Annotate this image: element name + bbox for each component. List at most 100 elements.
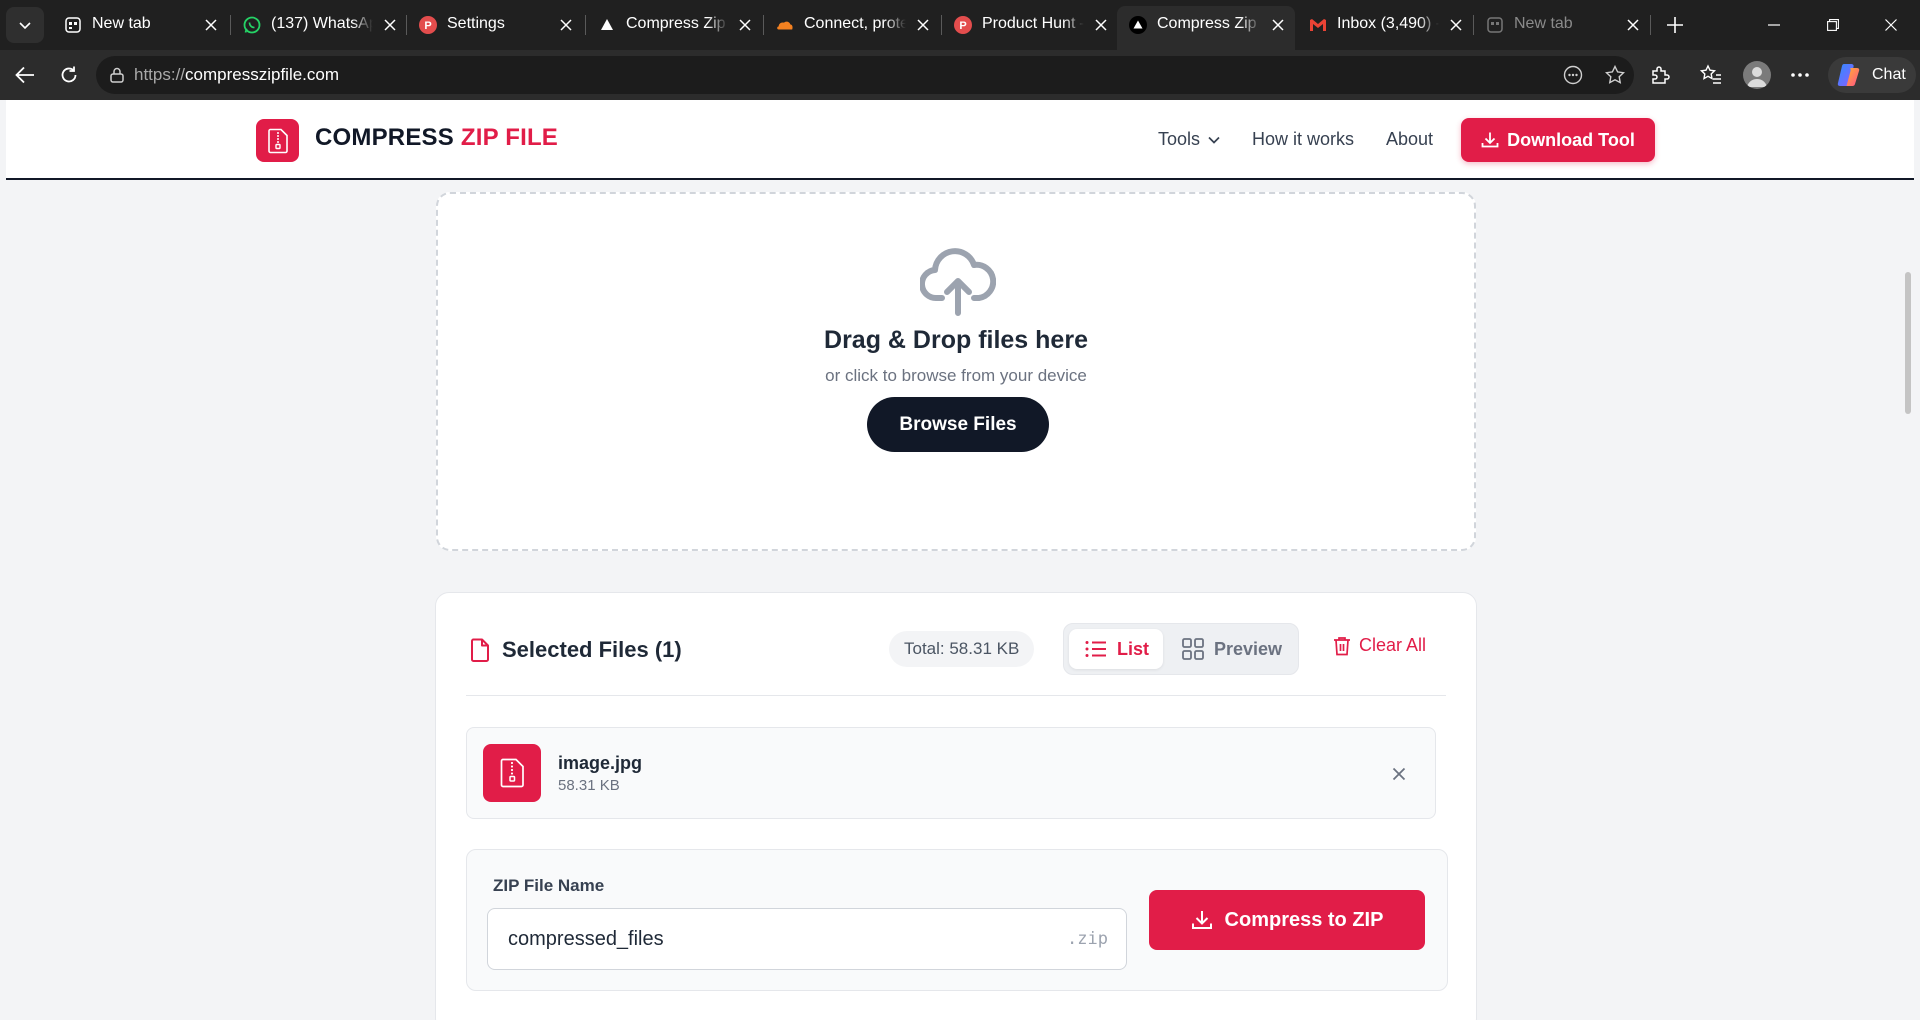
close-icon[interactable]	[557, 16, 575, 34]
brand-name[interactable]: COMPRESS ZIP FILE	[315, 124, 558, 152]
close-icon[interactable]	[381, 16, 399, 34]
dropzone-title: Drag & Drop files here	[824, 326, 1088, 354]
brand-logo-icon[interactable]	[256, 119, 299, 162]
view-preview-button[interactable]: Preview	[1176, 629, 1294, 669]
page-scrollbar[interactable]	[1902, 180, 1914, 1020]
close-icon[interactable]	[1624, 16, 1642, 34]
scrollbar-thumb[interactable]	[1905, 272, 1911, 414]
file-name: image.jpg	[558, 753, 643, 773]
close-icon[interactable]	[914, 16, 932, 34]
plus-icon	[1667, 17, 1683, 33]
tab-whatsapp[interactable]: (137) WhatsApp	[231, 6, 407, 44]
address-bar[interactable]: https://compresszipfile.com	[96, 56, 1634, 94]
nav-how-it-works[interactable]: How it works	[1252, 129, 1354, 150]
new-tab-button[interactable]	[1658, 10, 1692, 40]
copilot-icon	[1837, 64, 1860, 86]
tab-title: New tab	[1514, 15, 1573, 32]
tab-title: Compress Zip File	[626, 15, 728, 32]
close-icon	[1885, 19, 1897, 31]
restore-icon	[1827, 19, 1839, 31]
close-window-button[interactable]	[1862, 0, 1920, 50]
zip-settings-panel: ZIP File Name .zip Compress to ZIP	[466, 849, 1448, 991]
whatsapp-icon	[243, 16, 261, 34]
file-size: 58.31 KB	[558, 777, 620, 794]
compress-to-zip-button[interactable]: Compress to ZIP	[1149, 890, 1425, 950]
view-list-label: List	[1117, 638, 1150, 659]
clear-all-button[interactable]: Clear All	[1333, 635, 1426, 656]
cloud-upload-icon	[920, 248, 996, 316]
tab-new-tab-2[interactable]: New tab	[1474, 6, 1650, 44]
more-icon	[1791, 73, 1809, 77]
download-icon	[1481, 132, 1499, 148]
minimize-button[interactable]	[1745, 0, 1803, 50]
back-button[interactable]	[8, 58, 42, 92]
zip-file-icon	[483, 744, 541, 802]
profile-avatar[interactable]	[1743, 61, 1771, 89]
restore-button[interactable]	[1804, 0, 1862, 50]
tab-gmail[interactable]: Inbox (3,490) - n	[1297, 6, 1473, 44]
close-icon[interactable]	[1269, 16, 1287, 34]
nav-tools-label: Tools	[1158, 129, 1201, 149]
copilot-chat-button[interactable]: Chat	[1828, 57, 1916, 93]
reading-mode-icon[interactable]	[1562, 64, 1584, 86]
download-tool-button[interactable]: Download Tool	[1461, 118, 1655, 162]
cloudflare-icon	[776, 16, 794, 34]
producthunt-icon: P	[954, 16, 972, 34]
minimize-icon	[1768, 24, 1780, 26]
reload-button[interactable]	[52, 58, 86, 92]
tab-title: New tab	[92, 15, 151, 32]
file-dropzone[interactable]: Drag & Drop files here or click to brows…	[436, 192, 1476, 551]
zip-name-label: ZIP File Name	[493, 876, 605, 895]
svg-text:P: P	[424, 20, 431, 32]
favorites-button[interactable]	[1694, 58, 1728, 92]
puzzle-icon	[1652, 66, 1670, 84]
remove-file-button[interactable]	[1389, 764, 1409, 784]
close-icon	[1392, 767, 1406, 781]
tab-new-tab[interactable]: New tab	[52, 6, 228, 44]
close-icon[interactable]	[1092, 16, 1110, 34]
download-icon	[1191, 911, 1212, 929]
url-protocol: https://	[134, 65, 186, 84]
person-icon	[1747, 67, 1767, 87]
browse-files-button[interactable]: Browse Files	[867, 397, 1049, 452]
browser-tab-bar: New tab (137) WhatsApp P Settings Compre…	[0, 0, 1920, 50]
close-icon[interactable]	[736, 16, 754, 34]
dropzone-subtitle: or click to browse from your device	[825, 366, 1087, 385]
favorites-list-icon	[1700, 64, 1721, 84]
brand-name-main: COMPRESS	[315, 124, 454, 151]
tab-product-hunt[interactable]: P Product Hunt –	[942, 6, 1118, 44]
view-toggle: List Preview	[1063, 623, 1299, 675]
file-icon	[471, 638, 489, 662]
view-list-button[interactable]: List	[1069, 629, 1163, 669]
site-header: COMPRESS ZIP FILE Tools How it works Abo…	[6, 100, 1914, 180]
tab-cloudflare[interactable]: Connect, protect	[764, 6, 940, 44]
close-icon[interactable]	[1447, 16, 1465, 34]
browser-toolbar: https://compresszipfile.com	[0, 50, 1920, 100]
grid-icon	[1182, 638, 1204, 660]
producthunt-icon: P	[419, 16, 437, 34]
newtab-icon	[64, 16, 82, 34]
svg-text:P: P	[959, 20, 966, 32]
tab-list-button[interactable]	[6, 7, 44, 43]
tab-settings[interactable]: P Settings	[407, 6, 583, 44]
tab-title: Settings	[447, 15, 505, 32]
nav-tools[interactable]: Tools	[1158, 129, 1220, 150]
zip-name-input[interactable]	[508, 909, 1028, 969]
nav-about[interactable]: About	[1386, 129, 1433, 150]
site-info-icon	[110, 67, 124, 83]
extensions-button[interactable]	[1643, 58, 1677, 92]
url-host: compresszipfile.com	[185, 65, 340, 84]
compress-label: Compress to ZIP	[1224, 908, 1384, 931]
tab-compress-zip-active[interactable]: Compress Zip File	[1117, 6, 1295, 50]
chat-label: Chat	[1872, 66, 1906, 83]
settings-more-button[interactable]	[1783, 58, 1817, 92]
tab-compress-zip[interactable]: Compress Zip File	[586, 6, 762, 44]
page-viewport: COMPRESS ZIP FILE Tools How it works Abo…	[6, 100, 1914, 1020]
tab-title: Connect, protect	[804, 15, 906, 32]
favorite-star-icon[interactable]	[1604, 64, 1626, 86]
close-icon[interactable]	[202, 16, 220, 34]
tab-divider	[1650, 15, 1651, 35]
tab-title: (137) WhatsApp	[271, 15, 373, 32]
reload-icon	[61, 66, 77, 83]
brand-name-accent: ZIP FILE	[460, 124, 559, 151]
